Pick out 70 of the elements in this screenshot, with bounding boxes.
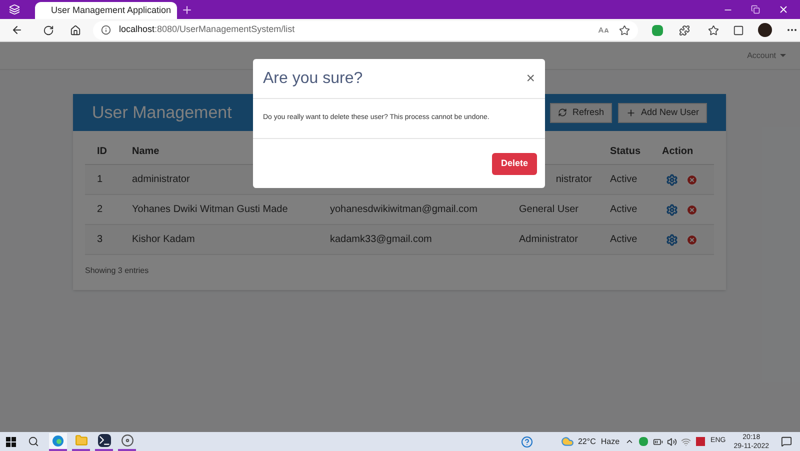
battery-icon[interactable]	[652, 436, 663, 446]
volume-icon[interactable]	[666, 436, 677, 446]
delete-button[interactable]: Delete	[492, 152, 537, 174]
temperature: 22°C	[578, 436, 596, 448]
restore-icon[interactable]	[751, 5, 760, 14]
collections-icon[interactable]	[733, 24, 744, 36]
table-cell-text: Yohanes Dwiki Witman Gusti Made	[132, 203, 289, 217]
weather-text: Haze	[600, 436, 620, 448]
taskbar-app[interactable]	[95, 432, 113, 450]
table-cell-text: Active	[610, 233, 638, 247]
delete-icon[interactable]	[686, 204, 698, 216]
browser-tab[interactable]: User Management Application	[35, 2, 177, 19]
close-window-icon[interactable]	[778, 4, 789, 15]
settings-icon[interactable]	[666, 204, 678, 216]
table-cell-text: 1	[97, 173, 104, 187]
table-cell-text: Kishor Kadam	[132, 233, 196, 247]
column-header: Action	[662, 144, 694, 158]
table-cell-text: administrator	[132, 173, 191, 187]
delete-icon[interactable]	[686, 174, 698, 186]
card-title: User Management	[92, 102, 232, 124]
home-icon[interactable]	[70, 24, 81, 36]
windows-icon[interactable]	[6, 436, 16, 446]
table-cell-text: Administrator	[519, 233, 578, 247]
plus-icon	[626, 108, 636, 118]
tray-app-icon[interactable]	[696, 437, 705, 446]
terminal-icon[interactable]	[98, 434, 110, 447]
extension-icon[interactable]	[652, 24, 663, 36]
url-text: localhost:8080/UserManagementSystem/list	[119, 23, 295, 36]
notifications-icon[interactable]	[781, 436, 792, 447]
settings-icon[interactable]	[666, 174, 678, 186]
chevron-icon[interactable]	[624, 437, 634, 446]
help-icon[interactable]	[520, 436, 533, 448]
read-aloud-icon[interactable]	[598, 24, 609, 36]
table-cell-text: nistrator	[556, 173, 592, 187]
delete-icon[interactable]	[686, 234, 698, 246]
tab-title: User Management Application	[51, 4, 172, 17]
address-field[interactable]: localhost:8080/UserManagementSystem/list	[93, 20, 638, 40]
browser-icon[interactable]	[52, 434, 64, 446]
table-cell-text: yohanesdwikiwitman@gmail.com	[330, 203, 478, 217]
table-cell-text: kadamk33@gmail.com	[330, 233, 433, 247]
table-cell-text: Active	[610, 173, 638, 187]
tab-actions-icon[interactable]	[9, 4, 20, 15]
tray-app-icon[interactable]	[638, 437, 648, 446]
favorite-icon[interactable]	[619, 24, 630, 36]
back-icon[interactable]	[11, 24, 23, 36]
reload-icon[interactable]	[43, 24, 54, 36]
table-cell-text: 3	[97, 233, 104, 247]
column-header: Status	[610, 144, 642, 158]
info-icon[interactable]	[101, 25, 111, 35]
taskbar-app[interactable]	[118, 432, 136, 450]
table-cell-text: Active	[610, 203, 638, 217]
table-cell-text: General User	[519, 203, 578, 217]
network-icon[interactable]	[680, 436, 691, 446]
search-icon[interactable]	[28, 436, 39, 447]
disc-icon[interactable]	[120, 434, 134, 447]
column-header: ID	[97, 144, 108, 158]
weather-icon[interactable]	[560, 435, 574, 448]
column-header: Name	[132, 144, 160, 158]
close-button[interactable]: ×	[526, 71, 535, 86]
avatar[interactable]	[758, 23, 772, 37]
add-user-button[interactable]: Add New User	[618, 102, 707, 122]
entries-count: Showing 3 entries	[85, 265, 150, 277]
table-cell-text: 2	[97, 203, 104, 217]
refresh-icon	[558, 108, 568, 117]
settings-icon[interactable]	[666, 234, 678, 246]
refresh-button[interactable]: Refresh	[550, 102, 612, 122]
new-tab-icon[interactable]	[181, 4, 193, 16]
favorites-icon[interactable]	[708, 24, 719, 36]
dialog-title: Are you sure?	[263, 68, 363, 88]
extensions-icon[interactable]	[679, 24, 690, 36]
